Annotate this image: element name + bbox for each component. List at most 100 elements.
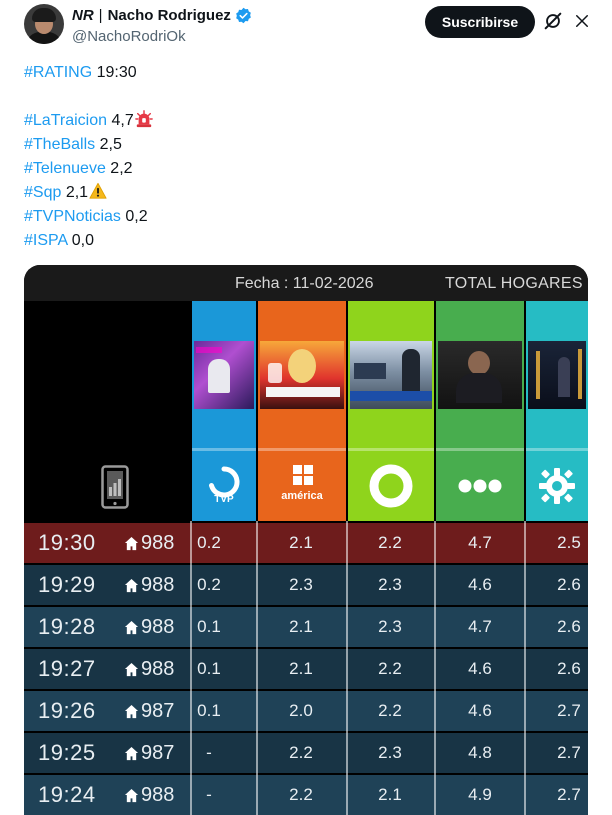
rating-cell-telefe: 4.6 [468,701,492,720]
rating-cell-el-trece: 2.7 [557,743,581,762]
row-homes: 988 [124,607,174,647]
table-row: 19:29 988 0.2 2.3 2.3 4.6 2.6 [24,565,588,605]
homes-value: 987 [141,741,175,764]
ratings-header-bar: Fecha : 11-02-2026 TOTAL HOGARES [24,265,588,301]
rating-cell-canal-9: 2.3 [378,617,402,636]
phone-icon [101,465,129,509]
homes-value: 987 [141,699,175,722]
warning-emoji-icon [89,182,107,199]
rating-cell-tvp: 0.2 [197,575,221,594]
rating-cell-telefe: 4.9 [468,785,492,804]
subscribe-button[interactable]: Suscribirse [425,6,535,38]
column-divider [524,521,526,815]
tweet-line: #RATING 19:30 [24,61,584,85]
channel-thumbnail [528,341,586,409]
hashtag-link[interactable]: #Sqp [24,184,61,201]
row-homes: 988 [124,523,174,563]
channel-thumbnail [350,341,432,409]
avatar[interactable] [24,4,64,44]
table-row: 19:27 988 0.1 2.1 2.2 4.6 2.6 [24,649,588,689]
tweet-text: #RATING 19:30 #LaTraicion 4,7 #TheBalls … [24,61,584,253]
america-logo-text: américa [281,490,323,502]
homes-value: 988 [141,783,175,806]
rating-cell-tvp: 0.1 [197,617,221,636]
tvp-logo-text: TVP [214,494,234,505]
hashtag-link[interactable]: #TVPNoticias [24,208,121,225]
tweet-line: #Sqp 2,1 [24,181,584,205]
column-divider [256,521,258,815]
rating-cell-canal-9: 2.3 [378,743,402,762]
rating-cell-telefe: 4.6 [468,575,492,594]
channel-canal-9 [348,301,434,521]
home-icon [124,746,139,760]
rating-cell-tvp: - [206,743,212,762]
hashtag-link[interactable]: #LaTraicion [24,112,107,129]
rating-value: 0,2 [125,208,148,225]
rating-cell-america: 2.1 [289,659,313,678]
table-row: 19:26 987 0.1 2.0 2.2 4.6 2.7 [24,691,588,731]
table-row: 19:30 988 0.2 2.1 2.2 4.7 2.5 [24,523,588,563]
hashtag-link[interactable]: #Telenueve [24,160,106,177]
rating-value: 0,0 [71,232,94,249]
display-name[interactable]: NR | Nacho Rodriguez [72,7,252,24]
total-homes-label: TOTAL HOGARES [445,275,583,292]
tweet-media-image[interactable]: Fecha : 11-02-2026 TOTAL HOGARES TVP amé… [24,265,588,815]
homes-value: 988 [141,657,175,680]
channel-thumbnail [194,341,254,409]
row-homes: 988 [124,775,174,815]
rating-value: 19:30 [96,64,137,81]
display-name-text: Nacho Rodriguez [107,7,231,24]
el-trece-logo [526,451,588,521]
row-time: 19:27 [38,656,96,681]
channel-el-trece [526,301,588,521]
rating-value: 2,2 [110,160,133,177]
channel-thumbnail [438,341,522,409]
rating-cell-america: 2.2 [289,785,313,804]
rating-cell-el-trece: 2.6 [557,575,581,594]
rating-cell-canal-9: 2.2 [378,659,402,678]
rating-cell-el-trece: 2.6 [557,617,581,636]
rating-value: 4,7 [111,112,134,129]
tvp-logo: TVP [192,451,256,521]
hashtag-link[interactable]: #RATING [24,64,92,81]
channel-america: américa [258,301,346,521]
column-divider [190,521,192,815]
name-separator: | [98,7,103,24]
home-icon [124,536,139,550]
america-logo: américa [258,451,346,521]
hashtag-link[interactable]: #ISPA [24,232,67,249]
grok-icon[interactable] [542,10,564,32]
rating-cell-tvp: - [206,785,212,804]
rating-cell-el-trece: 2.6 [557,659,581,678]
rating-cell-telefe: 4.7 [468,533,492,552]
channel-thumbnail [260,341,344,409]
user-handle[interactable]: @NachoRodriOk [72,28,186,45]
row-homes: 988 [124,649,174,689]
rating-cell-el-trece: 2.7 [557,701,581,720]
homes-value: 988 [141,531,175,554]
row-time: 19:24 [38,782,96,807]
telefe-dots-icon [458,479,502,493]
rating-cell-america: 2.0 [289,701,313,720]
rating-cell-america: 2.1 [289,533,313,552]
close-icon[interactable] [573,12,591,30]
telefe-logo [436,451,524,521]
rating-cell-america: 2.2 [289,743,313,762]
tweet-line: #ISPA 0,0 [24,229,584,253]
hashtag-link[interactable]: #TheBalls [24,136,95,153]
table-row: 19:28 988 0.1 2.1 2.3 4.7 2.6 [24,607,588,647]
display-name-prefix: NR [72,7,94,24]
channel-tvp: TVP [192,301,256,521]
home-icon [124,662,139,676]
tweet-line: #LaTraicion 4,7 [24,109,584,133]
canal-9-logo [348,451,434,521]
home-icon [124,788,139,802]
row-homes: 987 [124,691,174,731]
row-time: 19:29 [38,572,96,597]
home-icon [124,704,139,718]
column-divider [346,521,348,815]
table-row: 19:24 988 - 2.2 2.1 4.9 2.7 [24,775,588,815]
row-time: 19:25 [38,740,96,765]
avatar-hair [32,8,56,22]
